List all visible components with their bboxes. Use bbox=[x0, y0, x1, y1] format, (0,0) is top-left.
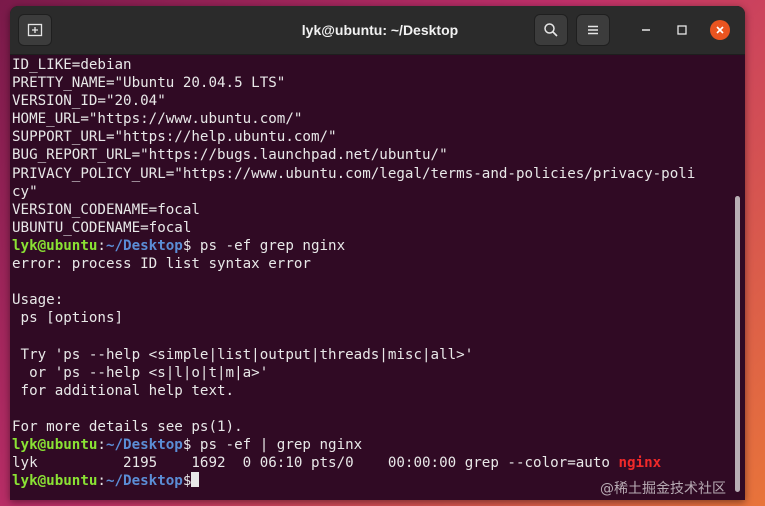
prompt-path: ~/Desktop bbox=[105, 237, 183, 254]
terminal-output[interactable]: ID_LIKE=debian PRETTY_NAME="Ubuntu 20.04… bbox=[10, 54, 745, 500]
menu-button[interactable] bbox=[576, 14, 610, 46]
output-line: VERSION_CODENAME=focal bbox=[12, 201, 200, 218]
output-line: cy" bbox=[12, 183, 38, 200]
output-line: PRIVACY_POLICY_URL="https://www.ubuntu.c… bbox=[12, 165, 696, 182]
process-info: lyk 2195 1692 0 06:10 pts/0 00:00:00 gre… bbox=[12, 455, 619, 472]
prompt-separator: : bbox=[97, 473, 106, 490]
output-line: ID_LIKE=debian bbox=[12, 57, 132, 73]
new-tab-icon bbox=[27, 23, 43, 37]
maximize-button[interactable] bbox=[672, 20, 692, 40]
minimize-button[interactable] bbox=[636, 20, 656, 40]
output-line: VERSION_ID="20.04" bbox=[12, 93, 166, 110]
prompt-path: ~/Desktop bbox=[105, 436, 183, 453]
prompt-user: lyk@ubuntu bbox=[12, 237, 98, 254]
watermark-text: @稀土掘金技术社区 bbox=[600, 481, 726, 497]
output-line: UBUNTU_CODENAME=focal bbox=[12, 219, 192, 236]
search-icon bbox=[544, 23, 558, 37]
output-line: For more details see ps(1). bbox=[12, 418, 243, 435]
prompt-symbol: $ bbox=[182, 473, 192, 490]
prompt-path: ~/Desktop bbox=[105, 473, 183, 490]
terminal-window: lyk@ubuntu: ~/Desktop ID_LIKE=debian PRE… bbox=[10, 6, 745, 500]
title-bar: lyk@ubuntu: ~/Desktop bbox=[10, 6, 745, 55]
process-result-line: lyk 2195 1692 0 06:10 pts/0 00:00:00 gre… bbox=[12, 454, 745, 472]
prompt-line: lyk@ubuntu:~/Desktop$ ps -ef grep nginx bbox=[12, 237, 745, 255]
search-button[interactable] bbox=[534, 14, 568, 46]
output-line: Usage: bbox=[12, 292, 64, 309]
output-line: HOME_URL="https://www.ubuntu.com/" bbox=[12, 111, 303, 128]
new-tab-button[interactable] bbox=[18, 14, 52, 46]
prompt-line: lyk@ubuntu:~/Desktop$ ps -ef | grep ngin… bbox=[12, 436, 745, 454]
command-text: ps -ef | grep nginx bbox=[191, 436, 363, 453]
output-line: PRETTY_NAME="Ubuntu 20.04.5 LTS" bbox=[12, 75, 286, 92]
prompt-user: lyk@ubuntu bbox=[12, 473, 98, 490]
output-line: ps [options] bbox=[12, 310, 124, 327]
command-text: ps -ef grep nginx bbox=[191, 237, 346, 254]
scrollbar-thumb[interactable] bbox=[735, 196, 740, 492]
minimize-icon bbox=[642, 29, 650, 31]
prompt-separator: : bbox=[97, 436, 106, 453]
maximize-icon bbox=[677, 25, 687, 35]
output-line: BUG_REPORT_URL="https://bugs.launchpad.n… bbox=[12, 147, 448, 164]
prompt-separator: : bbox=[97, 237, 106, 254]
window-title: lyk@ubuntu: ~/Desktop bbox=[301, 22, 459, 38]
output-line: error: process ID list syntax error bbox=[12, 256, 311, 273]
close-icon bbox=[716, 26, 724, 34]
output-line: Try 'ps --help <simple|list|output|threa… bbox=[12, 346, 474, 363]
output-line: or 'ps --help <s|l|o|t|m|a>' bbox=[12, 364, 269, 381]
grep-match-highlight: nginx bbox=[618, 455, 662, 472]
output-line: SUPPORT_URL="https://help.ubuntu.com/" bbox=[12, 129, 337, 146]
hamburger-menu-icon bbox=[588, 25, 598, 35]
text-cursor bbox=[191, 472, 200, 488]
close-button[interactable] bbox=[710, 20, 730, 40]
output-line: for additional help text. bbox=[12, 382, 235, 399]
prompt-user: lyk@ubuntu bbox=[12, 436, 98, 453]
